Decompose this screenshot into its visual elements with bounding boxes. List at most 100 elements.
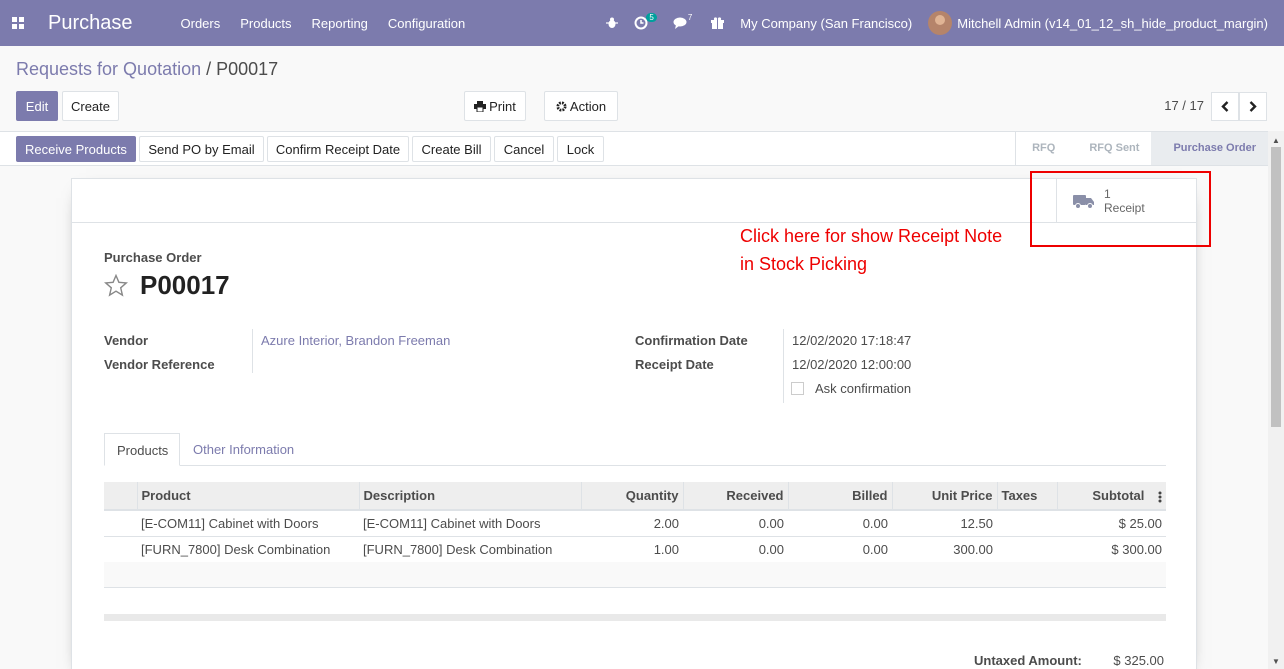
star-icon[interactable] bbox=[104, 274, 128, 297]
table-footer bbox=[104, 614, 1166, 621]
menu-configuration[interactable]: Configuration bbox=[388, 16, 465, 31]
confirmation-date-label: Confirmation Date bbox=[635, 333, 748, 348]
cell-received: 0.00 bbox=[683, 510, 788, 537]
cell-unit-price[interactable]: 12.50 bbox=[892, 510, 997, 537]
page-title: P00017 bbox=[104, 270, 230, 301]
ask-confirmation-checkbox[interactable] bbox=[791, 382, 804, 395]
lock-button[interactable]: Lock bbox=[557, 136, 604, 162]
cell-quantity[interactable]: 1.00 bbox=[581, 536, 683, 563]
app-name[interactable]: Purchase bbox=[48, 12, 133, 35]
breadcrumb: Requests for Quotation / P00017 bbox=[16, 59, 278, 80]
column-header[interactable]: Quantity bbox=[581, 482, 684, 511]
user-menu[interactable]: Mitchell Admin (v14_01_12_sh_hide_produc… bbox=[928, 11, 1268, 35]
cell-description[interactable]: [E-COM11] Cabinet with Doors bbox=[359, 510, 581, 537]
menu-products[interactable]: Products bbox=[240, 16, 291, 31]
company-switcher[interactable]: My Company (San Francisco) bbox=[740, 16, 912, 31]
scrollbar-thumb[interactable] bbox=[1271, 147, 1281, 427]
tab-other-information[interactable]: Other Information bbox=[181, 433, 306, 466]
pager-previous-button[interactable] bbox=[1211, 92, 1239, 121]
user-name: Mitchell Admin (v14_01_12_sh_hide_produc… bbox=[957, 15, 1268, 31]
subtotal-header[interactable]: Subtotal bbox=[1057, 482, 1166, 511]
cell-received: 0.00 bbox=[683, 536, 788, 563]
column-header[interactable]: Billed bbox=[788, 482, 893, 511]
stage-rfq-sent[interactable]: RFQ Sent bbox=[1067, 132, 1151, 165]
scrollbar[interactable]: ▲ ▼ bbox=[1268, 131, 1284, 669]
cell-taxes[interactable] bbox=[997, 536, 1057, 563]
untaxed-amount-label: Untaxed Amount: bbox=[974, 653, 1082, 668]
breadcrumb-separator: / bbox=[201, 59, 217, 79]
cell-subtotal: $ 300.00 bbox=[1057, 536, 1166, 563]
debug-bug-icon[interactable] bbox=[606, 17, 619, 29]
cell-taxes[interactable] bbox=[997, 510, 1057, 537]
avatar bbox=[928, 11, 953, 35]
field-divider bbox=[252, 329, 253, 373]
document-type-label: Purchase Order bbox=[104, 250, 202, 265]
empty-table-row bbox=[104, 562, 1166, 588]
chevron-right-icon bbox=[1249, 101, 1257, 112]
table-row[interactable]: [E-COM11] Cabinet with Doors [E-COM11] C… bbox=[104, 510, 1166, 537]
create-bill-button[interactable]: Create Bill bbox=[412, 136, 491, 162]
cell-product[interactable]: [FURN_7800] Desk Combination bbox=[137, 536, 359, 563]
column-header-label: Subtotal bbox=[1092, 488, 1145, 503]
receipt-date-label: Receipt Date bbox=[635, 357, 714, 372]
action-button[interactable]: Action bbox=[544, 91, 618, 121]
scroll-down-icon[interactable]: ▼ bbox=[1272, 657, 1280, 666]
column-header[interactable]: Description bbox=[359, 482, 582, 511]
annotation-line-1: Click here for show Receipt Note bbox=[740, 226, 1003, 246]
receipt-date-field[interactable]: 12/02/2020 12:00:00 bbox=[792, 357, 911, 372]
cancel-button[interactable]: Cancel bbox=[494, 136, 554, 162]
print-label: Print bbox=[489, 98, 516, 114]
create-button[interactable]: Create bbox=[62, 91, 119, 121]
messages-icon[interactable]: 7 bbox=[673, 13, 695, 29]
table-row[interactable]: [FURN_7800] Desk Combination [FURN_7800]… bbox=[104, 536, 1166, 563]
status-bar: Receive Products Send PO by Email Confir… bbox=[0, 131, 1268, 166]
column-handle bbox=[104, 482, 138, 511]
print-button[interactable]: Print bbox=[464, 91, 526, 121]
gift-icon[interactable] bbox=[711, 16, 725, 30]
confirmation-date-field[interactable]: 12/02/2020 17:18:47 bbox=[792, 333, 911, 348]
pager-next-button[interactable] bbox=[1239, 92, 1267, 121]
column-header[interactable]: Unit Price bbox=[892, 482, 998, 511]
annotation-highlight-box bbox=[1030, 171, 1211, 247]
activity-clock-icon[interactable]: 5 bbox=[634, 12, 657, 30]
breadcrumb-current: P00017 bbox=[216, 59, 279, 79]
pager-value[interactable]: 17 / 17 bbox=[1164, 98, 1204, 113]
send-po-email-button[interactable]: Send PO by Email bbox=[139, 136, 264, 162]
ask-confirmation-label: Ask confirmation bbox=[815, 381, 912, 396]
smart-button-box: 1 Receipt bbox=[72, 179, 1196, 223]
vendor-label: Vendor bbox=[104, 333, 149, 348]
cell-billed: 0.00 bbox=[788, 536, 892, 563]
column-header[interactable]: Taxes bbox=[997, 482, 1058, 511]
column-header[interactable]: Product bbox=[137, 482, 360, 511]
top-navbar: Purchase Orders Products Reporting Confi… bbox=[0, 0, 1284, 46]
menu-reporting[interactable]: Reporting bbox=[312, 16, 368, 31]
cell-subtotal: $ 25.00 bbox=[1057, 510, 1166, 537]
confirm-receipt-date-button[interactable]: Confirm Receipt Date bbox=[267, 136, 409, 162]
stage-purchase-order[interactable]: Purchase Order bbox=[1151, 132, 1268, 165]
menu-orders[interactable]: Orders bbox=[181, 16, 221, 31]
column-header[interactable]: Received bbox=[683, 482, 789, 511]
message-count-badge: 7 bbox=[687, 12, 693, 22]
cell-quantity[interactable]: 2.00 bbox=[581, 510, 683, 537]
tab-products[interactable]: Products bbox=[104, 433, 180, 466]
stage-pipeline: RFQ RFQ Sent Purchase Order bbox=[1015, 132, 1268, 165]
apps-menu-icon[interactable] bbox=[2, 0, 34, 46]
breadcrumb-parent[interactable]: Requests for Quotation bbox=[16, 59, 201, 79]
vendor-reference-label: Vendor Reference bbox=[104, 357, 215, 372]
document-name: P00017 bbox=[140, 270, 230, 300]
field-divider bbox=[783, 329, 784, 403]
edit-button[interactable]: Edit bbox=[16, 91, 58, 121]
cell-product[interactable]: [E-COM11] Cabinet with Doors bbox=[137, 510, 359, 537]
cell-unit-price[interactable]: 300.00 bbox=[892, 536, 997, 563]
action-label: Action bbox=[569, 98, 607, 114]
notebook-tabs: Products Other Information bbox=[104, 433, 1166, 466]
print-icon bbox=[474, 100, 487, 112]
form-sheet: 1 Receipt bbox=[71, 178, 1197, 669]
receive-products-button[interactable]: Receive Products bbox=[16, 136, 136, 162]
cell-billed: 0.00 bbox=[788, 510, 892, 537]
cell-description[interactable]: [FURN_7800] Desk Combination bbox=[359, 536, 581, 563]
vendor-field[interactable]: Azure Interior, Brandon Freeman bbox=[261, 333, 450, 348]
scroll-up-icon[interactable]: ▲ bbox=[1272, 136, 1280, 145]
stage-rfq[interactable]: RFQ bbox=[1015, 132, 1067, 165]
optional-columns-icon[interactable] bbox=[1158, 491, 1162, 503]
